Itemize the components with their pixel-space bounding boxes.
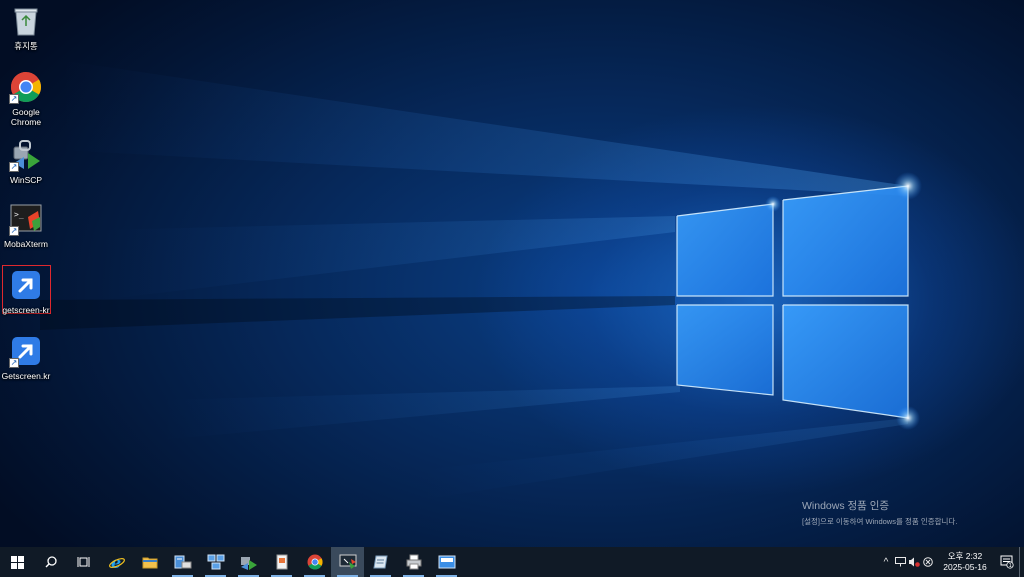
show-hidden-icons-chevron-icon[interactable]: ^ (879, 547, 893, 577)
search-button[interactable] (34, 547, 67, 577)
document-icon (276, 554, 287, 570)
internet-explorer-button[interactable]: e (100, 547, 133, 577)
remote-screen-app-button[interactable] (331, 547, 364, 577)
getscreen-icon (9, 268, 43, 302)
desktop-icon-label: 휴지통 (14, 41, 38, 51)
search-icon (45, 556, 57, 568)
clock[interactable]: 오후 2:32 2025-05-16 (935, 551, 995, 573)
mobaxterm-icon: >_ ↗ (9, 202, 43, 236)
task-view-icon (77, 557, 90, 567)
chrome-icon: ↗ (9, 70, 43, 104)
desktop-icon-google-chrome[interactable]: ↗ Google Chrome (1, 70, 51, 127)
desktop-icon-mobaxterm[interactable]: >_ ↗ MobaXterm (1, 202, 51, 249)
mail-app-button[interactable] (430, 547, 463, 577)
desktop-icon-label: getscreen-kr (2, 305, 50, 315)
ie-icon: e (108, 553, 125, 571)
watermark-subtitle: [설정]으로 이동하여 Windows를 정품 인증합니다. (802, 517, 958, 526)
chrome-icon (307, 554, 323, 570)
notification-icon: 1 (1000, 555, 1014, 569)
windows-logo-icon (10, 555, 24, 569)
printer-icon (406, 554, 421, 570)
desktop-icon-winscp[interactable]: ↗ WinSCP (1, 138, 51, 185)
desktop-icon-getscreen-kr-shortcut[interactable]: ↗ Getscreen.kr (1, 334, 51, 381)
winscp-taskbar-button[interactable] (232, 547, 265, 577)
close-circle-icon[interactable] (921, 547, 935, 577)
desktop-icon-label: WinSCP (9, 175, 43, 185)
desktop[interactable]: 휴지통 ↗ Google Chrome ↗ WinSCP >_ ↗ MobaXt… (0, 0, 1024, 547)
desktop-icon-label: MobaXterm (4, 239, 48, 249)
server-manager-icon (174, 555, 191, 569)
notification-count: 1 (1009, 563, 1012, 569)
taskbar: e ^ 오후 2:32 2025-05-16 1 (0, 547, 1024, 577)
network-status-icon[interactable] (893, 547, 907, 577)
system-tray: ^ 오후 2:32 2025-05-16 1 (879, 547, 1024, 577)
notepad-app-button[interactable] (364, 547, 397, 577)
show-desktop-button[interactable] (1019, 547, 1024, 577)
winscp-icon (240, 557, 257, 570)
winscp-icon: ↗ (9, 138, 43, 172)
getscreen-icon: ↗ (9, 334, 43, 368)
activation-watermark: Windows 정품 인증 [설정]으로 이동하여 Windows를 정품 인증… (802, 498, 957, 527)
print-app-button[interactable] (397, 547, 430, 577)
server-manager-button[interactable] (166, 547, 199, 577)
shortcut-arrow-icon: ↗ (9, 358, 19, 368)
document-app-button[interactable] (265, 547, 298, 577)
chrome-taskbar-button[interactable] (298, 547, 331, 577)
svg-text:>_: >_ (14, 210, 24, 219)
file-explorer-button[interactable] (133, 547, 166, 577)
recycle-bin-icon (9, 4, 43, 38)
task-view-button[interactable] (67, 547, 100, 577)
volume-muted-icon[interactable] (907, 547, 921, 577)
network-icon (207, 554, 224, 570)
start-button[interactable] (0, 547, 34, 577)
desktop-icon-label: Getscreen.kr (1, 371, 51, 381)
action-center-button[interactable]: 1 (995, 547, 1019, 577)
clock-time: 오후 2:32 (947, 551, 983, 561)
network-app-button[interactable] (199, 547, 232, 577)
folder-icon (142, 557, 157, 569)
desktop-icon-getscreen-kr[interactable]: getscreen-kr (1, 268, 51, 315)
shortcut-arrow-icon: ↗ (9, 94, 19, 104)
mail-icon (438, 555, 455, 569)
watermark-title: Windows 정품 인증 (802, 500, 890, 512)
desktop-icon-label: Google Chrome (10, 107, 42, 127)
notepad-icon (372, 555, 388, 569)
windows-wallpaper-logo (40, 60, 922, 500)
shortcut-arrow-icon: ↗ (9, 226, 19, 236)
clock-date: 2025-05-16 (943, 562, 987, 572)
desktop-icon-recycle-bin[interactable]: 휴지통 (1, 4, 51, 51)
shortcut-arrow-icon: ↗ (9, 162, 19, 172)
remote-desktop-icon (339, 554, 356, 569)
